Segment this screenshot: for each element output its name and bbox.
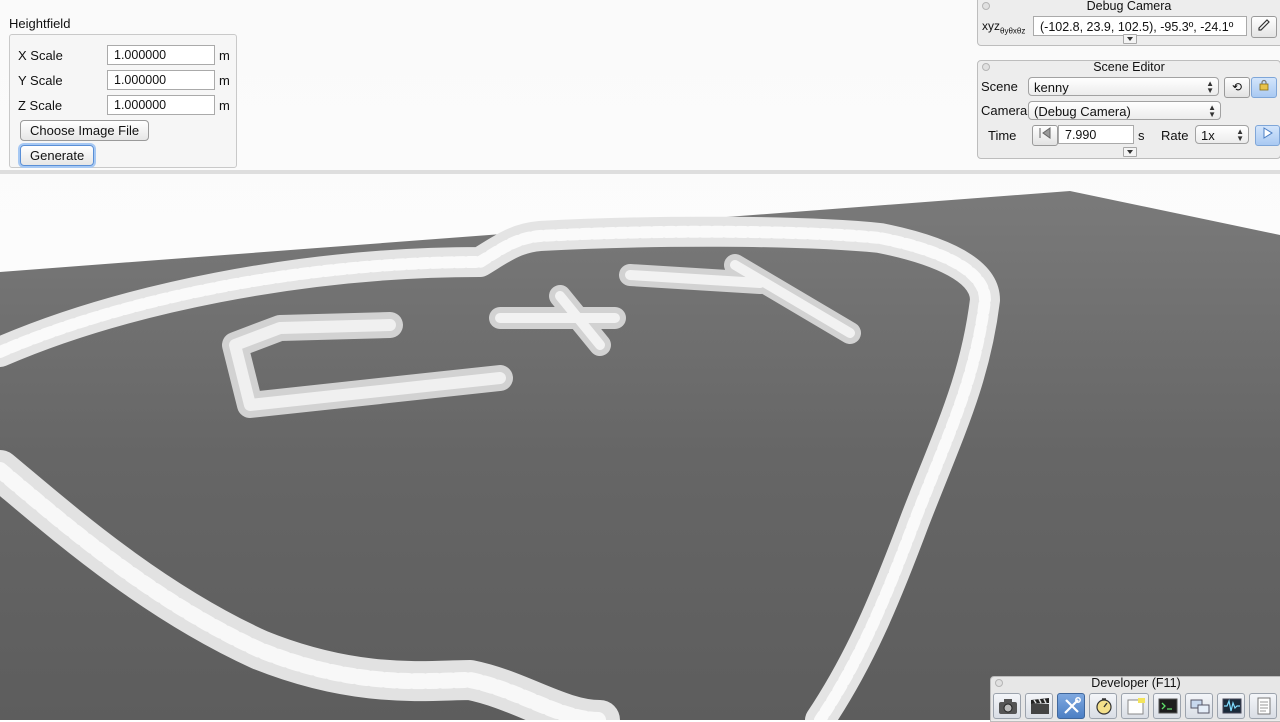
- y-scale-input[interactable]: 1.000000: [107, 70, 215, 90]
- developer-title: Developer (F11): [1091, 676, 1181, 690]
- terminal-icon[interactable]: [1153, 693, 1181, 719]
- y-scale-unit: m: [219, 73, 230, 88]
- scene-editor-panel: Scene Editor Scene kenny ▲ ▼ ⟲ Camera (De…: [977, 60, 1280, 159]
- select-arrows-icon: ▲ ▼: [1208, 103, 1216, 119]
- heightfield-panel: X Scale 1.000000 m Y Scale 1.000000 m Z …: [9, 34, 237, 168]
- debug-camera-panel: Debug Camera xyzθyθxθz (-102.8, 23.9, 10…: [977, 0, 1280, 46]
- tools-icon[interactable]: [1057, 693, 1085, 719]
- clapperboard-icon[interactable]: [1025, 693, 1053, 719]
- rate-select[interactable]: 1x ▲ ▼: [1195, 125, 1249, 144]
- z-scale-unit: m: [219, 98, 230, 113]
- rate-select-value: 1x: [1201, 128, 1215, 143]
- heightfield-title: Heightfield: [9, 16, 71, 31]
- choose-image-file-button[interactable]: Choose Image File: [20, 120, 150, 141]
- camera-coords-label: xyzθyθxθz: [982, 19, 1026, 36]
- developer-close-icon[interactable]: [995, 679, 1003, 687]
- reload-scene-icon[interactable]: ⟲: [1224, 77, 1250, 98]
- scene-editor-title: Scene Editor: [1093, 60, 1165, 74]
- scene-select-value: kenny: [1034, 80, 1069, 95]
- x-scale-row: X Scale 1.000000 m: [18, 45, 234, 65]
- debug-camera-close-icon[interactable]: [982, 2, 990, 10]
- y-scale-label: Y Scale: [18, 73, 63, 88]
- debug-camera-collapse-icon[interactable]: [1123, 34, 1137, 44]
- notes-icon[interactable]: [1121, 693, 1149, 719]
- play-icon[interactable]: [1255, 125, 1280, 146]
- lock-icon[interactable]: [1251, 77, 1277, 98]
- rewind-icon[interactable]: [1032, 125, 1058, 146]
- waveform-icon[interactable]: [1217, 693, 1245, 719]
- rate-label: Rate: [1161, 128, 1189, 143]
- z-scale-label: Z Scale: [18, 98, 63, 113]
- z-scale-input[interactable]: 1.000000: [107, 95, 215, 115]
- x-scale-input[interactable]: 1.000000: [107, 45, 215, 65]
- time-label: Time: [988, 128, 1017, 143]
- scene-select[interactable]: kenny ▲ ▼: [1028, 77, 1219, 96]
- scene-editor-close-icon[interactable]: [982, 63, 990, 71]
- time-unit: s: [1138, 128, 1145, 143]
- select-arrows-icon: ▲ ▼: [1236, 127, 1244, 143]
- debug-camera-title: Debug Camera: [1086, 0, 1172, 13]
- developer-toolbar: Developer (F11): [990, 676, 1280, 722]
- edit-camera-icon[interactable]: [1251, 16, 1277, 38]
- camera-label: Camera: [981, 103, 1028, 118]
- select-arrows-icon: ▲ ▼: [1206, 79, 1214, 95]
- scene-label: Scene: [981, 79, 1018, 94]
- camera-select-value: (Debug Camera): [1034, 104, 1131, 119]
- time-input[interactable]: 7.990: [1058, 125, 1134, 144]
- generate-button[interactable]: Generate: [20, 145, 95, 166]
- y-scale-row: Y Scale 1.000000 m: [18, 70, 234, 90]
- x-scale-label: X Scale: [18, 48, 63, 63]
- z-scale-row: Z Scale 1.000000 m: [18, 95, 234, 115]
- x-scale-unit: m: [219, 48, 230, 63]
- camera-icon[interactable]: [993, 693, 1021, 719]
- camera-select[interactable]: (Debug Camera) ▲ ▼: [1028, 101, 1221, 120]
- document-icon[interactable]: [1249, 693, 1277, 719]
- stopwatch-icon[interactable]: [1089, 693, 1117, 719]
- windows-icon[interactable]: [1185, 693, 1213, 719]
- scene-editor-collapse-icon[interactable]: [1123, 147, 1137, 157]
- camera-position-field[interactable]: (-102.8, 23.9, 102.5), -95.3º, -24.1º: [1033, 16, 1247, 36]
